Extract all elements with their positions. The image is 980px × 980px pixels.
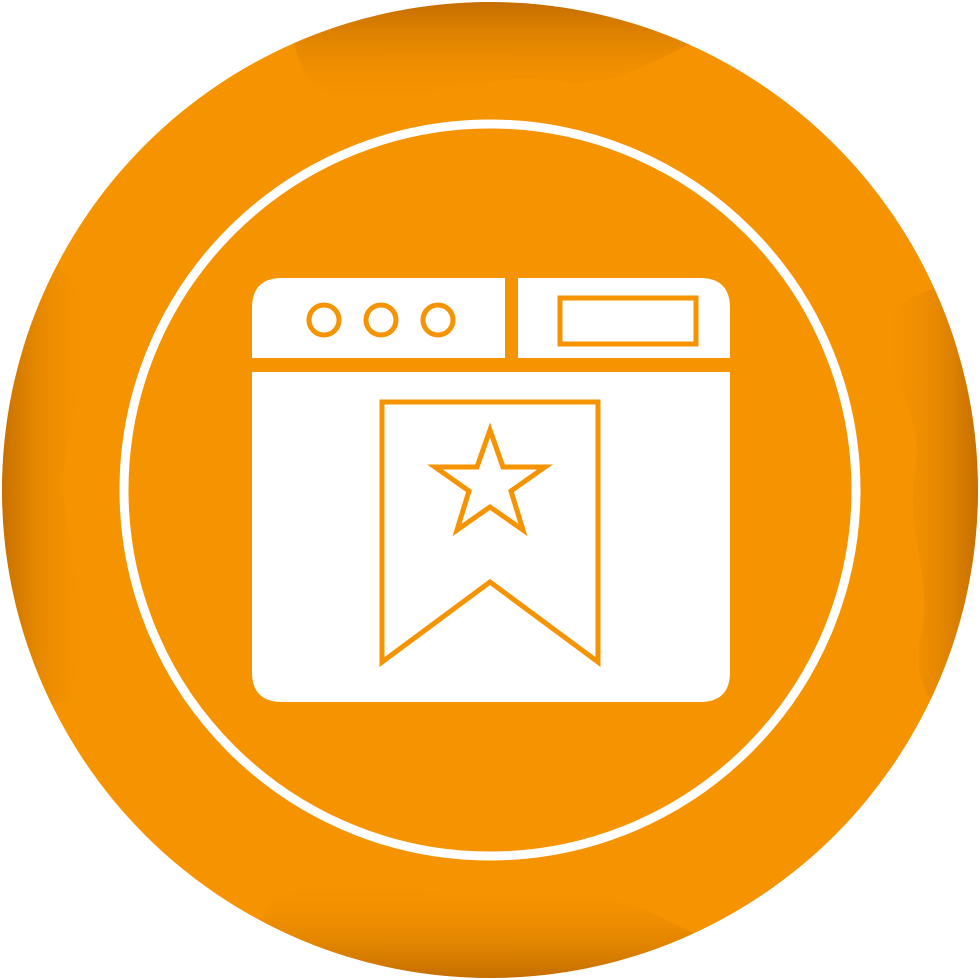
- bookmarked-webpage-icon: [2, 2, 978, 978]
- browser-titlebar-left: [252, 278, 505, 358]
- browser-body: [252, 372, 730, 702]
- browser-window-icon: [252, 278, 730, 702]
- icon-badge: [0, 0, 980, 980]
